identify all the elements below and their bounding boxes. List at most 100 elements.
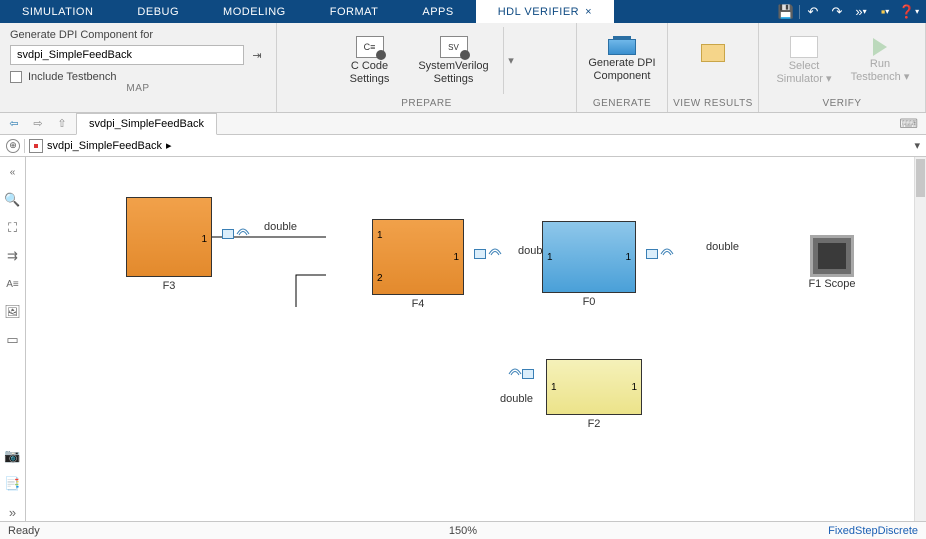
block-F3-outport: 1 — [201, 234, 207, 245]
generate-dpi-label: Generate DPI Component — [588, 57, 655, 81]
caret: ▾ — [915, 7, 919, 16]
streaming-icon-f2[interactable] — [508, 367, 522, 377]
annotation-tool[interactable]: A≡ — [3, 275, 23, 293]
block-F3[interactable]: 1 F3 — [126, 197, 212, 277]
systemverilog-settings-icon: SV — [440, 36, 468, 58]
signal-type-f4-f0: doub — [518, 245, 542, 257]
model-icon — [29, 139, 43, 153]
tab-close-icon[interactable]: × — [585, 6, 592, 18]
ribbon-group-prepare: C≡ C Code Settings SV SystemVerilog Sett… — [277, 23, 577, 112]
c-code-settings-label: C Code Settings — [350, 60, 390, 84]
model-canvas[interactable]: double doub double double 1 — [26, 157, 926, 521]
report-tool[interactable]: 📑 — [3, 475, 23, 493]
streaming-icon-f4[interactable] — [488, 247, 502, 257]
dpi-component-input[interactable] — [10, 45, 244, 65]
hide-toolbar-button[interactable]: « — [3, 163, 23, 181]
fwd-glyph: » — [855, 4, 862, 19]
breadcrumb-text: svdpi_SimpleFeedBack — [47, 140, 162, 152]
open-folder-button[interactable] — [678, 27, 748, 94]
save-button[interactable]: 💾 — [775, 2, 797, 22]
logging-icon-f0[interactable] — [646, 249, 658, 259]
systemverilog-settings-button[interactable]: SV SystemVerilog Settings — [419, 27, 489, 94]
run-testbench-button[interactable]: Run Testbench ▾ — [845, 27, 915, 94]
nav-forward-button[interactable]: ⇨ — [28, 115, 48, 133]
fit-tool[interactable]: ⛶ — [3, 219, 23, 237]
ribbon: Generate DPI Component for ⇥ Include Tes… — [0, 23, 926, 113]
ribbon-group-generate-title: GENERATE — [577, 98, 667, 112]
block-F4-in2: 2 — [377, 273, 383, 284]
prepare-dropdown[interactable]: ▾ — [503, 27, 519, 94]
folder-icon — [701, 44, 725, 62]
streaming-icon-f0[interactable] — [660, 247, 674, 257]
signal-type-f3-f4: double — [264, 221, 297, 233]
select-simulator-button[interactable]: Select Simulator ▾ — [769, 27, 839, 94]
scrollbar-thumb[interactable] — [916, 159, 925, 197]
tab-format[interactable]: FORMAT — [308, 0, 401, 23]
ribbon-group-map: Generate DPI Component for ⇥ Include Tes… — [0, 23, 277, 112]
tab-apps[interactable]: APPS — [400, 0, 475, 23]
tab-hdl-verifier[interactable]: HDL VERIFIER × — [476, 0, 614, 23]
checkbox-icon — [10, 71, 22, 83]
vertical-scrollbar[interactable] — [914, 157, 926, 521]
generate-dpi-button[interactable]: Generate DPI Component — [587, 27, 657, 94]
logging-icon-f3[interactable] — [222, 229, 234, 239]
help-glyph: ❓ — [899, 4, 915, 20]
explorer-expand[interactable]: ▾ — [914, 139, 920, 152]
screenshot-tool[interactable]: 📷 — [3, 447, 23, 465]
undo-button[interactable]: ↶ — [802, 2, 824, 22]
redo-button[interactable]: ↷ — [826, 2, 848, 22]
main-area: « 🔍 ⛶ ⇉ A≡ 🖼 ▭ 📷 📑 » — [0, 157, 926, 521]
status-bar: Ready 150% FixedStepDiscrete — [0, 521, 926, 539]
ribbon-group-verify: Select Simulator ▾ Run Testbench ▾ VERIF… — [759, 23, 926, 112]
block-F0[interactable]: 1 1 F0 — [542, 221, 636, 293]
streaming-icon-f3[interactable] — [236, 227, 250, 237]
document-tab[interactable]: svdpi_SimpleFeedBack — [76, 113, 217, 135]
canvas-side-toolbar: « 🔍 ⛶ ⇉ A≡ 🖼 ▭ 📷 📑 » — [0, 157, 26, 521]
keyboard-icon[interactable]: ⌨ — [899, 116, 922, 132]
zoom-tool[interactable]: 🔍 — [3, 191, 23, 209]
sequence-tool[interactable]: ⇉ — [3, 247, 23, 265]
select-simulator-icon — [790, 36, 818, 58]
divider — [24, 139, 25, 153]
ribbon-group-generate: Generate DPI Component GENERATE — [577, 23, 668, 112]
select-simulator-label: Select Simulator ▾ — [776, 60, 831, 84]
block-F2-out: 1 — [551, 382, 557, 393]
toolstrip-tabs: SIMULATION DEBUG MODELING FORMAT APPS HD… — [0, 0, 926, 23]
signal-type-f0-scope: double — [706, 241, 739, 253]
block-F2[interactable]: 1 1 F2 — [546, 359, 642, 415]
breadcrumb[interactable]: svdpi_SimpleFeedBack ▸ — [29, 139, 171, 153]
open-folder-label — [711, 64, 714, 76]
image-tool[interactable]: 🖼 — [3, 303, 23, 321]
ribbon-group-prepare-title: PREPARE — [277, 98, 576, 112]
more-tools[interactable]: » — [3, 503, 23, 521]
pin-target-icon[interactable]: ⇥ — [248, 46, 266, 64]
block-F4[interactable]: 1 2 1 F4 — [372, 219, 464, 295]
tab-simulation[interactable]: SIMULATION — [0, 0, 115, 23]
model-browser-toggle[interactable]: ⊕ — [6, 139, 20, 153]
block-F2-label: F2 — [588, 418, 601, 430]
nav-back-button[interactable]: ⇦ — [4, 115, 24, 133]
ribbon-group-view-results: VIEW RESULTS — [668, 23, 759, 112]
scope-screen-icon — [818, 243, 846, 269]
tab-modeling[interactable]: MODELING — [201, 0, 308, 23]
logging-icon-f2[interactable] — [522, 369, 534, 379]
breadcrumb-arrow-icon: ▸ — [166, 139, 172, 152]
block-scope[interactable]: F1 Scope — [810, 235, 854, 277]
c-code-settings-button[interactable]: C≡ C Code Settings — [335, 27, 405, 94]
status-solver[interactable]: FixedStepDiscrete — [828, 525, 918, 537]
include-testbench-checkbox[interactable]: Include Testbench — [10, 71, 266, 83]
tab-debug[interactable]: DEBUG — [115, 0, 201, 23]
ribbon-group-verify-title: VERIFY — [759, 98, 925, 112]
status-zoom[interactable]: 150% — [449, 525, 477, 537]
chip-icon — [608, 39, 636, 55]
include-testbench-label: Include Testbench — [28, 71, 116, 83]
favorite-button[interactable]: ▪▾ — [874, 2, 896, 22]
qat-separator — [799, 5, 800, 19]
quick-access-toolbar: 💾 ↶ ↷ »▾ ▪▾ ❓▾ — [775, 0, 926, 23]
help-button[interactable]: ❓▾ — [898, 2, 920, 22]
logging-icon-f4[interactable] — [474, 249, 486, 259]
nav-up-button[interactable]: ⇧ — [52, 115, 72, 133]
area-tool[interactable]: ▭ — [3, 331, 23, 349]
status-left: Ready — [8, 525, 40, 537]
forward-button[interactable]: »▾ — [850, 2, 872, 22]
